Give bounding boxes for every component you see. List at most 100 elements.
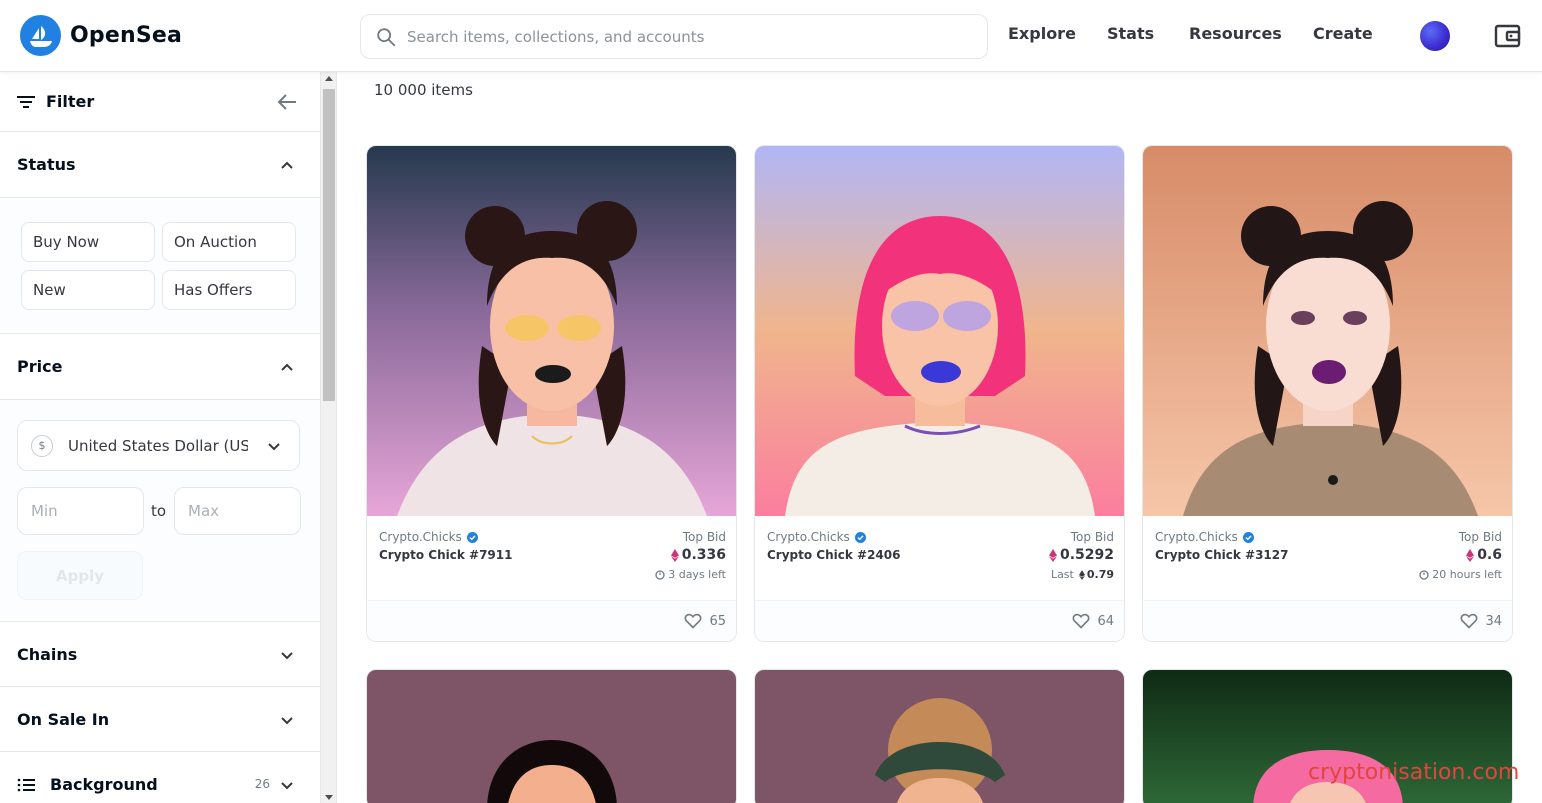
- verified-badge-icon: [466, 531, 478, 543]
- nft-image: [367, 670, 736, 803]
- card-footer: 34: [1143, 600, 1512, 641]
- collection-label: Crypto.Chicks: [767, 530, 850, 544]
- verified-badge-icon: [1242, 531, 1254, 543]
- last-sale-label: Last: [1050, 568, 1074, 581]
- top-bid-amount: 0.5292: [1059, 547, 1114, 563]
- collection-label: Crypto.Chicks: [1155, 530, 1238, 544]
- heart-icon: [685, 613, 702, 629]
- arrow-left-icon[interactable]: [276, 91, 298, 113]
- nft-card[interactable]: Crypto.Chicks Crypto Chick #3127 Top Bid…: [1142, 145, 1513, 642]
- apply-button[interactable]: Apply: [17, 551, 143, 600]
- scroll-down-arrow[interactable]: [325, 795, 333, 800]
- top-bid-value: 0.6: [1466, 547, 1502, 563]
- verified-badge-icon: [854, 531, 866, 543]
- scroll-up-arrow[interactable]: [325, 76, 333, 81]
- opensea-logo[interactable]: OpenSea: [20, 15, 182, 56]
- nft-image: [1143, 146, 1512, 516]
- top-bid-value: 0.5292: [1048, 547, 1114, 563]
- top-bid-label: Top Bid: [1070, 530, 1114, 544]
- main-content: 10 000 items Crypto.Chicks Crypto Chick …: [338, 72, 1542, 803]
- nft-card[interactable]: [754, 669, 1125, 803]
- price-min-input[interactable]: [17, 487, 144, 535]
- filter-label: Filter: [46, 92, 95, 111]
- collection-label: Crypto.Chicks: [379, 530, 462, 544]
- weth-icon: [1048, 548, 1057, 562]
- collection-name[interactable]: Crypto.Chicks: [1155, 530, 1254, 544]
- price-options: $ United States Dollar (USD) to Apply: [0, 400, 320, 622]
- nft-card[interactable]: [366, 669, 737, 803]
- price-max-input[interactable]: [174, 487, 301, 535]
- nft-image: [755, 670, 1124, 803]
- nft-name: Crypto Chick #3127: [1155, 548, 1289, 562]
- like-button[interactable]: 65: [684, 613, 726, 629]
- chains-section-header[interactable]: Chains: [0, 622, 320, 687]
- currency-select[interactable]: $ United States Dollar (USD): [17, 420, 300, 471]
- range-to-label: to: [151, 502, 167, 520]
- price-section-header[interactable]: Price: [0, 334, 320, 400]
- status-new[interactable]: New: [21, 270, 155, 310]
- status-section-header[interactable]: Status: [0, 132, 320, 198]
- eth-icon: [1078, 569, 1085, 580]
- background-count: 26: [254, 777, 270, 791]
- clock-icon: [1419, 569, 1429, 580]
- top-bid-amount: 0.336: [681, 547, 726, 563]
- card-footer: 65: [367, 600, 736, 641]
- time-left-text: 3 days left: [668, 568, 726, 581]
- chevron-down-icon: [281, 717, 293, 725]
- card-info: Crypto.Chicks Crypto Chick #3127 Top Bid…: [1143, 516, 1512, 600]
- search-bar[interactable]: [360, 14, 988, 59]
- nft-name: Crypto Chick #2406: [767, 548, 901, 562]
- chevron-down-icon: [268, 443, 280, 451]
- opensea-logo-icon: [20, 15, 61, 56]
- nav-resources[interactable]: Resources: [1189, 24, 1282, 43]
- like-button[interactable]: 34: [1460, 613, 1502, 629]
- nft-image: [367, 146, 736, 516]
- chevron-up-icon: [281, 161, 293, 169]
- status-options: Buy Now On Auction New Has Offers: [0, 198, 320, 334]
- like-count: 34: [1485, 613, 1502, 629]
- list-icon: [17, 778, 35, 791]
- profile-avatar[interactable]: [1420, 21, 1450, 51]
- items-count: 10 000 items: [374, 81, 473, 99]
- chevron-down-icon: [281, 652, 293, 660]
- auction-time-left: 3 days left: [655, 568, 726, 581]
- nav-explore[interactable]: Explore: [1008, 24, 1076, 43]
- filter-sidebar: Filter Status Buy Now On Auction New Has…: [0, 72, 321, 803]
- like-button[interactable]: 64: [1072, 613, 1114, 629]
- search-input[interactable]: [407, 27, 967, 46]
- watermark-text: cryptonisation.com: [1308, 760, 1520, 785]
- scrollbar-thumb[interactable]: [323, 89, 335, 401]
- last-sale: Last 0.79: [1051, 568, 1114, 581]
- background-title: Background: [50, 775, 158, 794]
- sidebar-scrollbar[interactable]: [321, 72, 337, 803]
- nft-card[interactable]: Crypto.Chicks Crypto Chick #7911 Top Bid…: [366, 145, 737, 642]
- nft-image: [755, 146, 1124, 516]
- nav-stats[interactable]: Stats: [1107, 24, 1154, 43]
- time-left-text: 20 hours left: [1432, 568, 1502, 581]
- like-count: 65: [709, 613, 726, 629]
- status-buy-now[interactable]: Buy Now: [21, 222, 155, 262]
- top-bid-value: 0.336: [670, 547, 726, 563]
- currency-value: United States Dollar (USD): [68, 436, 248, 455]
- wallet-icon[interactable]: [1494, 23, 1521, 49]
- nav-create[interactable]: Create: [1313, 24, 1373, 43]
- weth-icon: [670, 548, 679, 562]
- status-has-offers[interactable]: Has Offers: [162, 270, 296, 310]
- background-section-header[interactable]: Background 26: [0, 752, 320, 803]
- status-on-auction[interactable]: On Auction: [162, 222, 296, 262]
- filter-header[interactable]: Filter: [0, 72, 320, 132]
- opensea-wordmark: OpenSea: [70, 23, 183, 48]
- card-info: Crypto.Chicks Crypto Chick #7911 Top Bid…: [367, 516, 736, 600]
- chevron-up-icon: [281, 363, 293, 371]
- nft-card[interactable]: Crypto.Chicks Crypto Chick #2406 Top Bid…: [754, 145, 1125, 642]
- collection-name[interactable]: Crypto.Chicks: [379, 530, 478, 544]
- search-icon: [377, 27, 396, 46]
- collection-name[interactable]: Crypto.Chicks: [767, 530, 866, 544]
- dollar-icon: $: [31, 434, 53, 457]
- top-bid-label: Top Bid: [682, 530, 726, 544]
- like-count: 64: [1097, 613, 1114, 629]
- top-navigation: OpenSea Explore Stats Resources Create: [0, 0, 1542, 72]
- top-bid-label: Top Bid: [1458, 530, 1502, 544]
- weth-icon: [1466, 548, 1475, 562]
- on-sale-in-section-header[interactable]: On Sale In: [0, 687, 320, 752]
